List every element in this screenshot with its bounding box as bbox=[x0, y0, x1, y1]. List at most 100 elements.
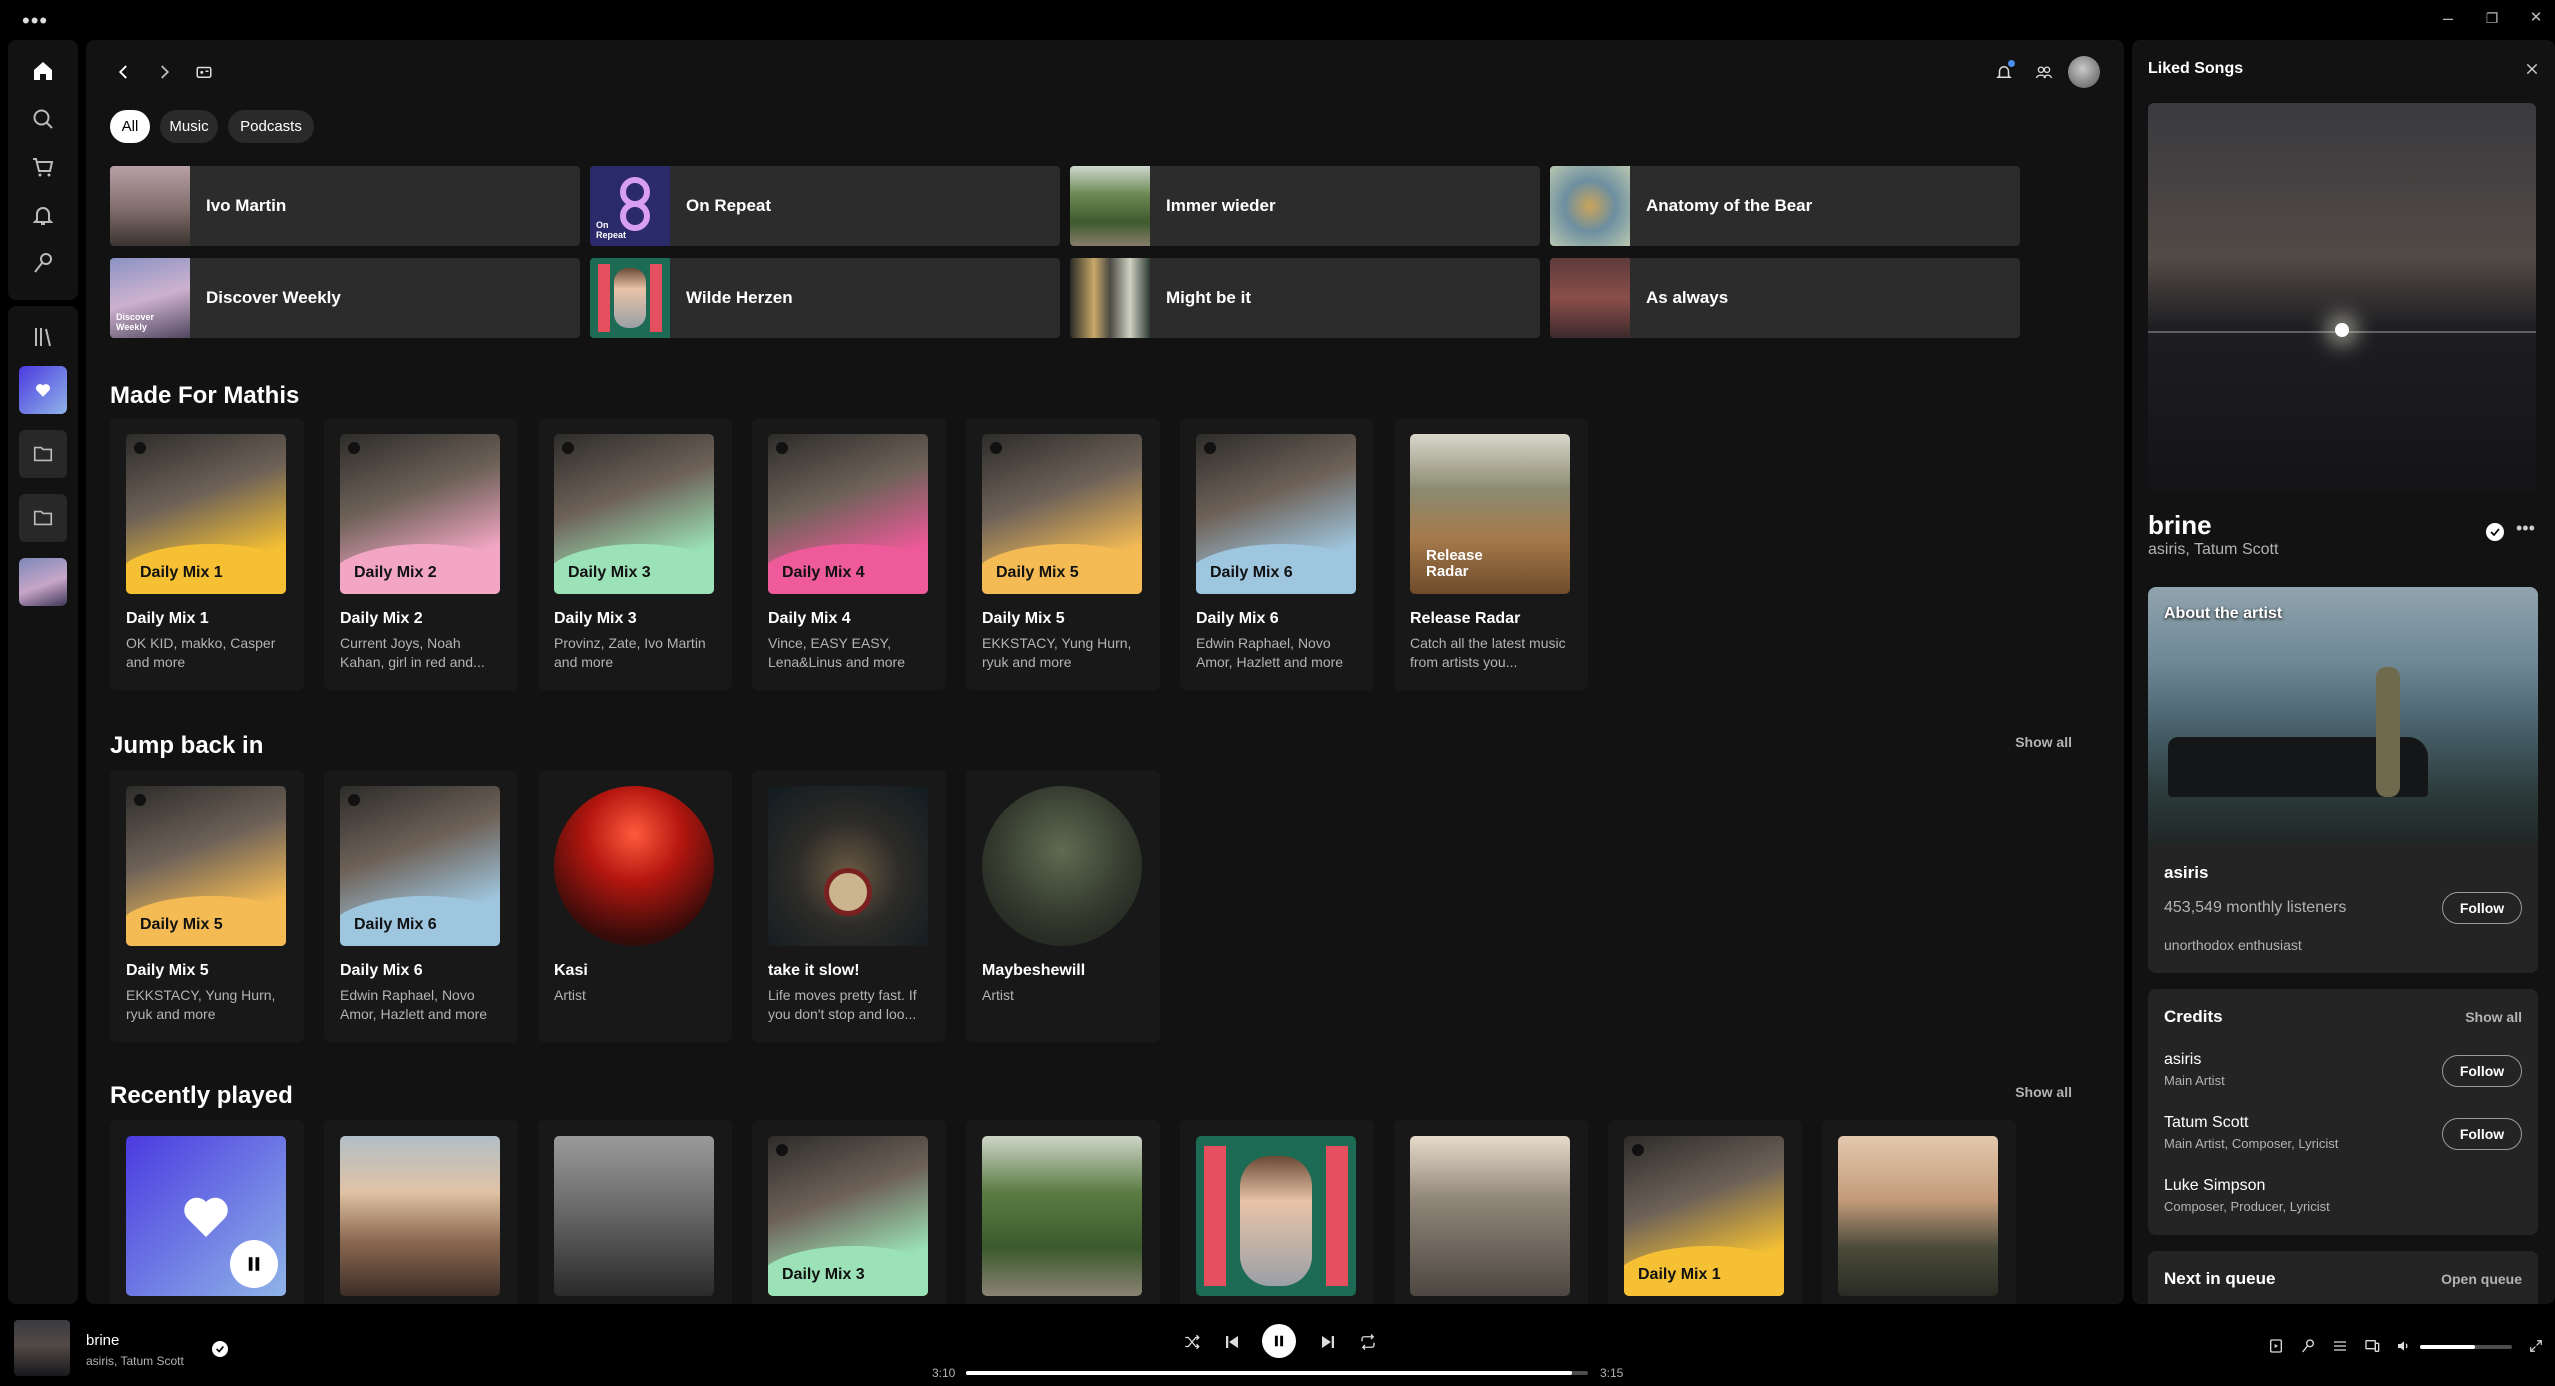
recently-show-all[interactable]: Show all bbox=[2015, 1084, 2072, 1100]
card-pause-button[interactable] bbox=[230, 1240, 278, 1288]
liked-songs-tile[interactable] bbox=[19, 366, 67, 414]
recent-card[interactable] bbox=[1394, 1120, 1588, 1304]
minimize-button[interactable]: – bbox=[2430, 6, 2466, 30]
about-artist-card[interactable]: About the artist asiris 453,549 monthly … bbox=[2148, 587, 2538, 973]
discover-weekly-tile[interactable] bbox=[19, 558, 67, 606]
made-for-card[interactable]: Daily Mix 5 Daily Mix 5 EKKSTACY, Yung Hur… bbox=[966, 418, 1160, 690]
queue-button[interactable] bbox=[2328, 1334, 2352, 1358]
folder-tile-2[interactable] bbox=[19, 494, 67, 542]
volume-slider[interactable] bbox=[2420, 1345, 2512, 1349]
player-song-artists[interactable]: asiris, Tatum Scott bbox=[86, 1354, 184, 1368]
made-for-card[interactable]: Daily Mix 3 Daily Mix 3 Provinz, Zate, Ivo… bbox=[538, 418, 732, 690]
user-avatar[interactable] bbox=[2068, 56, 2100, 88]
follow-credit-asiris-button[interactable]: Follow bbox=[2442, 1055, 2522, 1087]
queue-title: Next in queue bbox=[2164, 1269, 2276, 1288]
card-art: Release Radar bbox=[1410, 434, 1570, 594]
nav-rail bbox=[8, 40, 78, 300]
queue-card: Next in queue Open queue bbox=[2148, 1251, 2538, 1304]
recent-card[interactable] bbox=[1822, 1120, 2016, 1304]
liked-check-button[interactable] bbox=[2486, 523, 2504, 541]
library-rail bbox=[8, 306, 78, 1304]
open-queue-link[interactable]: Open queue bbox=[2441, 1271, 2522, 1287]
artist-photo bbox=[2148, 587, 2538, 845]
close-window-button[interactable]: ✕ bbox=[2518, 6, 2554, 30]
library-button[interactable] bbox=[24, 318, 62, 356]
recent-card[interactable] bbox=[1180, 1120, 1374, 1304]
filter-podcasts[interactable]: Podcasts bbox=[228, 110, 314, 143]
card-art bbox=[554, 786, 714, 946]
device-button[interactable] bbox=[188, 56, 220, 88]
previous-button[interactable] bbox=[1218, 1328, 1246, 1356]
home-button[interactable] bbox=[24, 52, 62, 90]
lyrics-button[interactable] bbox=[2296, 1334, 2320, 1358]
jump-back-show-all[interactable]: Show all bbox=[2015, 734, 2072, 750]
made-for-card[interactable]: Daily Mix 1 Daily Mix 1 OK KID, makko, Cas… bbox=[110, 418, 304, 690]
shortcut-as-always[interactable]: As always bbox=[1550, 258, 2020, 338]
credits-show-all[interactable]: Show all bbox=[2465, 1009, 2522, 1025]
credit-row: Luke Simpson Composer, Producer, Lyricis… bbox=[2164, 1177, 2522, 1221]
shortcut-immer-wieder[interactable]: Immer wieder bbox=[1070, 166, 1540, 246]
concerts-button[interactable] bbox=[24, 244, 62, 282]
pause-button[interactable] bbox=[1262, 1324, 1296, 1358]
search-button[interactable] bbox=[24, 100, 62, 138]
shortcut-label: As always bbox=[1646, 288, 1729, 307]
jump-back-card[interactable]: Daily Mix 6 Daily Mix 6 Edwin Raphael, Nov… bbox=[324, 770, 518, 1042]
close-panel-button[interactable] bbox=[2519, 56, 2545, 82]
recent-card[interactable]: Daily Mix 1 bbox=[1608, 1120, 1802, 1304]
player-cover[interactable] bbox=[14, 1320, 70, 1376]
notifications-button[interactable] bbox=[1988, 56, 2020, 88]
recent-card[interactable] bbox=[324, 1120, 518, 1304]
shortcut-might-be-it[interactable]: Might be it bbox=[1070, 258, 1540, 338]
shortcut-wilde-herzen[interactable]: Wilde Herzen bbox=[590, 258, 1060, 338]
made-for-card[interactable]: Release Radar Release Radar Catch all the … bbox=[1394, 418, 1588, 690]
restore-button[interactable]: ❐ bbox=[2474, 6, 2510, 30]
app-menu-button[interactable]: ••• bbox=[22, 8, 48, 34]
follow-artist-button[interactable]: Follow bbox=[2442, 892, 2522, 924]
shortcut-anatomy-of-the-bear[interactable]: Anatomy of the Bear bbox=[1550, 166, 2020, 246]
jump-back-card[interactable]: Kasi Artist bbox=[538, 770, 732, 1042]
repeat-button[interactable] bbox=[1354, 1328, 1382, 1356]
mix-label: Daily Mix 6 bbox=[354, 916, 437, 933]
jump-back-card[interactable]: Daily Mix 5 Daily Mix 5 EKKSTACY, Yung Hur… bbox=[110, 770, 304, 1042]
made-for-card[interactable]: Daily Mix 6 Daily Mix 6 Edwin Raphael, Nov… bbox=[1180, 418, 1374, 690]
player-song-title[interactable]: brine bbox=[86, 1332, 119, 1349]
mute-button[interactable] bbox=[2392, 1334, 2416, 1358]
notifications-nav-button[interactable] bbox=[24, 196, 62, 234]
song-artists[interactable]: asiris, Tatum Scott bbox=[2148, 541, 2278, 559]
made-for-card[interactable]: Daily Mix 2 Daily Mix 2 Current Joys, Noah… bbox=[324, 418, 518, 690]
connect-device-button[interactable] bbox=[2360, 1334, 2384, 1358]
fullscreen-button[interactable] bbox=[2524, 1334, 2548, 1358]
made-for-card[interactable]: Daily Mix 4 Daily Mix 4 Vince, EASY EASY, … bbox=[752, 418, 946, 690]
card-subtitle: Edwin Raphael, Novo Amor, Hazlett and mo… bbox=[340, 987, 488, 1022]
recent-card[interactable] bbox=[110, 1120, 304, 1304]
now-playing-view-button[interactable] bbox=[2264, 1334, 2288, 1358]
friend-activity-button[interactable] bbox=[2028, 56, 2060, 88]
filter-music[interactable]: Music bbox=[160, 110, 218, 143]
shortcut-ivo-martin[interactable]: Ivo Martin bbox=[110, 166, 580, 246]
about-artist-label: About the artist bbox=[2164, 605, 2283, 622]
song-title[interactable]: brine bbox=[2148, 510, 2212, 541]
recent-card[interactable] bbox=[538, 1120, 732, 1304]
shuffle-button[interactable] bbox=[1178, 1328, 1206, 1356]
filter-all[interactable]: All bbox=[110, 110, 150, 143]
folder-tile-1[interactable] bbox=[19, 430, 67, 478]
now-playing-cover bbox=[2148, 103, 2536, 491]
recent-card[interactable]: Daily Mix 3 bbox=[752, 1120, 946, 1304]
pause-icon bbox=[248, 1257, 260, 1271]
back-button[interactable] bbox=[108, 56, 140, 88]
jump-back-card[interactable]: take it slow! Life moves pretty fast. If … bbox=[752, 770, 946, 1042]
forward-button[interactable] bbox=[148, 56, 180, 88]
jump-back-card[interactable]: Maybeshewill Artist bbox=[966, 770, 1160, 1042]
artist-name[interactable]: asiris bbox=[2164, 863, 2208, 883]
follow-credit-tatum-button[interactable]: Follow bbox=[2442, 1118, 2522, 1150]
card-art: Daily Mix 3 bbox=[554, 434, 714, 594]
shortcut-on-repeat[interactable]: On Repeat On Repeat bbox=[590, 166, 1060, 246]
heart-icon bbox=[184, 1197, 228, 1237]
player-liked-button[interactable] bbox=[212, 1341, 228, 1357]
recent-card[interactable] bbox=[966, 1120, 1160, 1304]
progress-bar[interactable] bbox=[966, 1371, 1588, 1375]
next-button[interactable] bbox=[1314, 1328, 1342, 1356]
shop-button[interactable] bbox=[24, 148, 62, 186]
more-options-button[interactable]: ••• bbox=[2516, 518, 2535, 539]
shortcut-discover-weekly[interactable]: Discover Weekly Discover Weekly bbox=[110, 258, 580, 338]
